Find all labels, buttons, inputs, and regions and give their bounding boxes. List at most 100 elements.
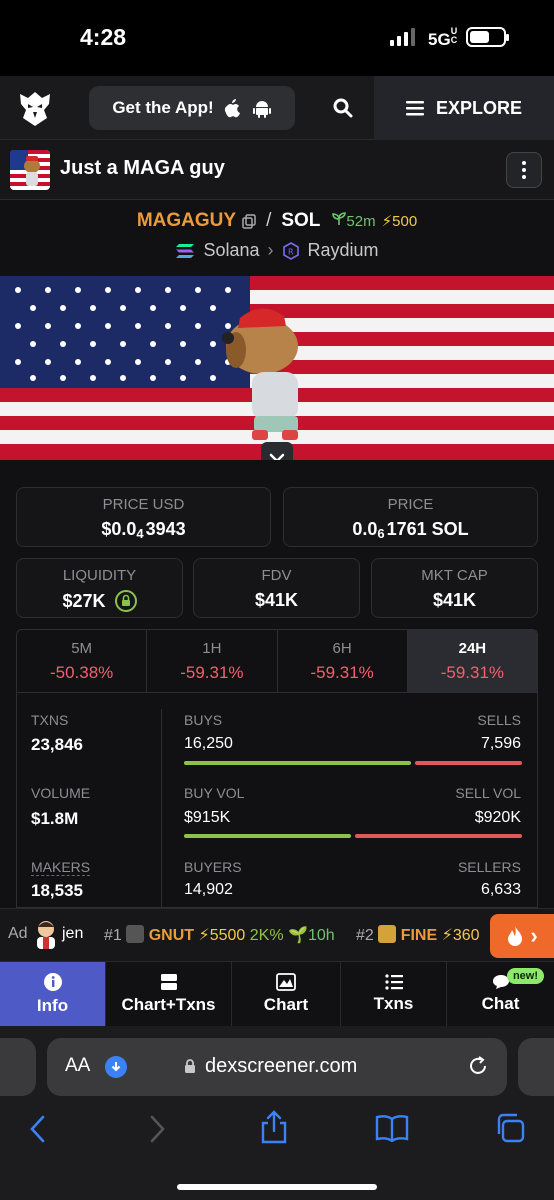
menu-icon: [405, 101, 424, 116]
price-native-value: 0.06 1761 SOL: [352, 519, 469, 541]
svg-text:R: R: [288, 247, 294, 256]
tab-6h[interactable]: 6H -59.31%: [278, 630, 408, 692]
makers-value: 18,535: [31, 881, 83, 900]
price-native-card: PRICE 0.06 1761 SOL: [283, 487, 538, 547]
liquidity-value: $27K: [17, 590, 182, 612]
trending-button[interactable]: ›: [490, 914, 554, 958]
battery-icon: [466, 27, 509, 47]
token-name: Just a MAGA guy: [60, 157, 225, 179]
fire-icon: [508, 926, 523, 946]
copy-icon[interactable]: [242, 213, 256, 229]
buys-bar: [184, 761, 411, 765]
gnut-icon: [126, 925, 145, 943]
base-symbol: MAGAGUY: [136, 210, 237, 231]
raydium-icon: R: [282, 241, 299, 260]
reload-icon[interactable]: [467, 1055, 489, 1082]
tabs-icon[interactable]: [494, 1112, 526, 1144]
back-icon[interactable]: [28, 1114, 48, 1144]
volume-label: VOLUME: [31, 785, 91, 801]
trending-ticker: Ad jen #1 GNUT ⚡5500 2K% 🌱10h #2 FINE ⚡3…: [0, 908, 554, 962]
get-app-button[interactable]: Get the App!: [89, 86, 295, 130]
price-native-label: PRICE: [387, 496, 434, 513]
tab-txns[interactable]: Txns: [341, 962, 447, 1026]
download-icon[interactable]: [105, 1056, 127, 1078]
search-icon: [333, 98, 353, 118]
explore-button[interactable]: EXPLORE: [374, 76, 554, 140]
bottom-tab-bar: Info Chart+Txns Chart Txns new! Chat: [0, 962, 554, 1026]
previous-tab-peek[interactable]: [0, 1038, 36, 1096]
top-nav: Get the App! EXPLORE: [0, 76, 554, 140]
apple-icon: [224, 99, 240, 118]
token-avatar: [10, 150, 50, 190]
price-usd-label: PRICE USD: [102, 496, 185, 513]
buys-value: 16,250: [184, 735, 233, 752]
fdv-value: $41K: [254, 590, 299, 610]
sellers-value: 6,633: [480, 881, 521, 898]
share-icon[interactable]: [259, 1110, 289, 1144]
lock-icon[interactable]: [114, 590, 137, 612]
tab-24h[interactable]: 24H -59.31%: [407, 630, 537, 692]
address-bar[interactable]: AA dexscreener.com: [47, 1038, 507, 1096]
txns-value: 23,846: [31, 735, 83, 754]
chart-icon: [276, 973, 296, 991]
mkt-cap-card: MKT CAP $41K: [371, 558, 538, 618]
fine-icon: [378, 925, 397, 943]
volume-value: $1.8M: [31, 809, 79, 828]
buy-vol-label: BUY VOL: [184, 785, 245, 801]
seedling-icon: [332, 212, 347, 225]
home-indicator: [177, 1184, 377, 1190]
list-icon: [384, 974, 403, 990]
dexscreener-logo[interactable]: [16, 88, 54, 128]
explore-label: EXPLORE: [435, 97, 523, 118]
new-badge: new!: [506, 968, 544, 984]
info-icon: [43, 973, 62, 991]
token-banner-image: [0, 276, 554, 460]
buy-vol-value: $915K: [184, 809, 231, 826]
network-label: 5GUC: [428, 26, 458, 50]
clock: 4:28: [80, 24, 127, 50]
boost-count: ⚡500: [381, 213, 418, 230]
ticker-item-1[interactable]: #1 GNUT ⚡5500 2K% 🌱10h: [104, 925, 335, 945]
bookmarks-icon[interactable]: [374, 1114, 410, 1142]
split-view-icon: [160, 974, 177, 990]
signal-icon: [390, 28, 415, 46]
sell-vol-bar: [355, 834, 522, 838]
mkt-cap-value: $41K: [432, 590, 477, 610]
next-tab-peek[interactable]: [518, 1038, 554, 1096]
chain-name[interactable]: Solana: [203, 240, 259, 261]
makers-label: MAKERS: [31, 859, 91, 876]
ad-label: Ad: [8, 925, 28, 942]
sellers-label: SELLERS: [457, 859, 521, 875]
buys-label: BUYS: [184, 712, 223, 728]
get-app-label: Get the App!: [112, 98, 214, 117]
sell-vol-value: $920K: [474, 809, 521, 826]
pair-age: 52m: [332, 212, 376, 230]
fdv-label: FDV: [261, 567, 292, 584]
tab-chart[interactable]: Chart: [232, 962, 341, 1026]
mkt-cap-label: MKT CAP: [421, 567, 488, 584]
sells-value: 7,596: [480, 735, 521, 752]
more-options-button[interactable]: [506, 152, 542, 188]
quote-symbol: SOL: [281, 210, 321, 231]
tab-chat[interactable]: new! Chat: [447, 962, 554, 1026]
url-host: dexscreener.com: [205, 1055, 358, 1077]
tab-chart-txns[interactable]: Chart+Txns: [106, 962, 232, 1026]
forward-icon[interactable]: [147, 1114, 167, 1144]
ticker-item-2[interactable]: #2 FINE ⚡360: [356, 925, 480, 945]
tab-info[interactable]: Info: [0, 962, 106, 1026]
tab-5m[interactable]: 5M -50.38%: [17, 630, 148, 692]
tab-1h[interactable]: 1H -59.31%: [147, 630, 278, 692]
txns-label: TXNS: [31, 712, 69, 728]
chevron-right-icon: ›: [530, 923, 538, 948]
token-header: Just a MAGA guy: [0, 140, 554, 200]
buy-vol-bar: [184, 834, 351, 838]
reader-options-button[interactable]: AA: [65, 1055, 90, 1077]
buyers-value: 14,902: [184, 881, 233, 898]
timeframe-tabs: 5M -50.38% 1H -59.31% 6H -59.31% 24H -59.31%: [16, 629, 538, 693]
dex-name[interactable]: Raydium: [308, 240, 379, 261]
search-button[interactable]: [325, 90, 361, 126]
price-usd-card: PRICE USD $0.04 3943: [16, 487, 271, 547]
buyers-label: BUYERS: [184, 859, 242, 875]
ad-name[interactable]: jen: [62, 925, 83, 943]
browser-chrome: AA dexscreener.com: [0, 1026, 554, 1200]
